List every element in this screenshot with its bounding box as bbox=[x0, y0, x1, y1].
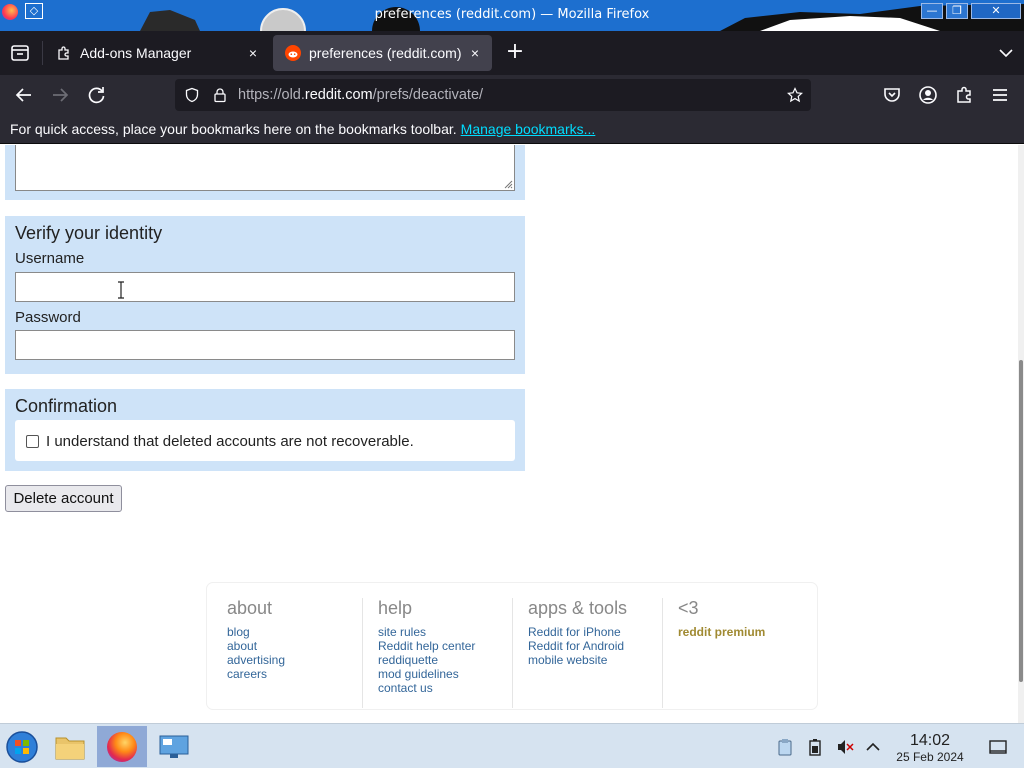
reload-icon[interactable] bbox=[84, 83, 108, 107]
taskbar-system-app[interactable] bbox=[152, 726, 196, 767]
folder-icon bbox=[55, 737, 85, 759]
window-title: preferences (reddit.com) — Mozilla Firef… bbox=[374, 7, 650, 22]
reddit-icon bbox=[285, 45, 301, 61]
firefox-taskbar-icon bbox=[107, 731, 137, 762]
back-arrow-icon[interactable] bbox=[12, 83, 36, 107]
window-close-button[interactable]: ✕ bbox=[971, 3, 1021, 19]
tab-label: Add-ons Manager bbox=[80, 45, 192, 61]
confirmation-box: I understand that deleted accounts are n… bbox=[15, 420, 515, 461]
footer-link-android[interactable]: Reddit for Android bbox=[528, 639, 662, 653]
reason-textarea[interactable] bbox=[15, 145, 515, 191]
page-scrollbar[interactable] bbox=[1018, 145, 1024, 723]
page-content: Verify your identity Username Password C… bbox=[0, 145, 1018, 723]
reason-panel bbox=[5, 145, 525, 200]
volume-muted-icon[interactable] bbox=[836, 738, 854, 756]
firefox-view-icon bbox=[11, 45, 29, 61]
os-window-titlebar: ◇ preferences (reddit.com) — Mozilla Fir… bbox=[0, 0, 1024, 31]
tab-close-button[interactable]: × bbox=[242, 45, 264, 61]
footer-heading: about bbox=[227, 598, 273, 618]
footer-link-contact-us[interactable]: contact us bbox=[378, 681, 512, 695]
resize-grip-icon[interactable] bbox=[503, 179, 513, 189]
footer-heading: apps & tools bbox=[528, 598, 628, 618]
footer-link-advertising[interactable]: advertising bbox=[227, 653, 362, 667]
footer-column-help: help site rules Reddit help center reddi… bbox=[362, 598, 512, 708]
pocket-icon[interactable] bbox=[880, 83, 904, 107]
firefox-view-button[interactable] bbox=[6, 41, 34, 65]
taskbar-file-manager[interactable] bbox=[48, 726, 92, 767]
footer-link-mod-guidelines[interactable]: mod guidelines bbox=[378, 667, 512, 681]
password-label: Password bbox=[15, 309, 81, 326]
start-orb-icon bbox=[6, 730, 38, 763]
puzzle-icon bbox=[58, 46, 69, 60]
site-footer: about blog about advertising careers hel… bbox=[206, 582, 818, 710]
battery-icon[interactable] bbox=[806, 738, 824, 756]
footer-heading: <3 bbox=[678, 598, 699, 618]
tracking-shield-icon[interactable] bbox=[184, 87, 200, 103]
clock-date: 25 Feb 2024 bbox=[896, 750, 964, 764]
confirmation-panel: Confirmation I understand that deleted a… bbox=[5, 389, 525, 471]
tab-addons-manager[interactable]: Add-ons Manager × bbox=[44, 35, 270, 71]
verify-identity-panel: Verify your identity Username Password bbox=[5, 216, 525, 374]
url-host: reddit.com bbox=[304, 87, 373, 103]
chevron-up-icon[interactable] bbox=[864, 738, 882, 756]
footer-link-site-rules[interactable]: site rules bbox=[378, 625, 512, 639]
footer-link-blog[interactable]: blog bbox=[227, 625, 362, 639]
start-menu-button[interactable] bbox=[0, 726, 44, 767]
taskbar-firefox[interactable] bbox=[97, 726, 147, 767]
show-desktop-icon[interactable] bbox=[989, 738, 1007, 756]
monitor-icon bbox=[159, 735, 189, 758]
tab-label: preferences (reddit.com) bbox=[309, 45, 462, 61]
password-input[interactable] bbox=[15, 330, 515, 360]
footer-column-apps-tools: apps & tools Reddit for iPhone Reddit fo… bbox=[512, 598, 662, 708]
tab-preferences-reddit[interactable]: preferences (reddit.com) × bbox=[273, 35, 492, 71]
window-maximize-button[interactable]: ❐ bbox=[946, 3, 968, 19]
footer-link-careers[interactable]: careers bbox=[227, 667, 362, 681]
tab-close-button[interactable]: × bbox=[464, 45, 486, 61]
clock-time: 14:02 bbox=[909, 732, 951, 749]
taskbar-clock[interactable]: 14:02 25 Feb 2024 bbox=[884, 732, 976, 764]
footer-link-reddit-premium[interactable]: reddit premium bbox=[678, 625, 802, 639]
url-path: /prefs/deactivate/ bbox=[372, 87, 484, 103]
new-tab-button[interactable]: + bbox=[503, 39, 527, 67]
manage-bookmarks-link[interactable]: Manage bookmarks... bbox=[461, 121, 596, 137]
footer-link-iphone[interactable]: Reddit for iPhone bbox=[528, 625, 662, 639]
verify-identity-heading: Verify your identity bbox=[15, 223, 163, 243]
footer-heading: help bbox=[378, 598, 413, 618]
bookmark-star-icon[interactable] bbox=[787, 87, 803, 103]
window-minimize-button[interactable]: — bbox=[921, 3, 943, 19]
url-text[interactable]: https://old.reddit.com/prefs/deactivate/ bbox=[238, 87, 483, 103]
delete-account-button[interactable]: Delete account bbox=[5, 485, 122, 512]
footer-link-mobile[interactable]: mobile website bbox=[528, 653, 662, 667]
footer-link-reddiquette[interactable]: reddiquette bbox=[378, 653, 512, 667]
footer-link-about[interactable]: about bbox=[227, 639, 362, 653]
footer-column-heart: <3 reddit premium bbox=[662, 598, 802, 708]
account-icon[interactable] bbox=[916, 83, 940, 107]
text-cursor-icon bbox=[118, 281, 124, 299]
footer-link-help-center[interactable]: Reddit help center bbox=[378, 639, 512, 653]
os-taskbar: 14:02 25 Feb 2024 bbox=[0, 723, 1024, 768]
footer-column-about: about blog about advertising careers bbox=[227, 598, 362, 708]
username-input[interactable] bbox=[15, 272, 515, 302]
username-label: Username bbox=[15, 250, 85, 267]
confirm-checkbox-label[interactable]: I understand that deleted accounts are n… bbox=[46, 433, 414, 450]
navigation-toolbar: https://old.reddit.com/prefs/deactivate/ bbox=[0, 75, 1024, 115]
url-bar[interactable]: https://old.reddit.com/prefs/deactivate/ bbox=[175, 79, 811, 111]
chevron-down-icon[interactable] bbox=[996, 43, 1016, 63]
scrollbar-thumb[interactable] bbox=[1019, 360, 1023, 682]
tab-strip: Add-ons Manager × preferences (reddit.co… bbox=[0, 31, 1024, 75]
clipboard-icon[interactable] bbox=[776, 738, 794, 756]
forward-arrow-icon[interactable] bbox=[48, 83, 72, 107]
extensions-icon[interactable] bbox=[952, 83, 976, 107]
bookmarks-toolbar: For quick access, place your bookmarks h… bbox=[0, 115, 1024, 144]
lock-icon[interactable] bbox=[212, 87, 228, 103]
hamburger-menu-icon[interactable] bbox=[988, 83, 1012, 107]
url-prefix: https://old. bbox=[238, 87, 305, 103]
bookmarks-message: For quick access, place your bookmarks h… bbox=[10, 121, 457, 137]
confirmation-heading: Confirmation bbox=[15, 396, 118, 416]
confirm-checkbox[interactable] bbox=[26, 435, 39, 448]
